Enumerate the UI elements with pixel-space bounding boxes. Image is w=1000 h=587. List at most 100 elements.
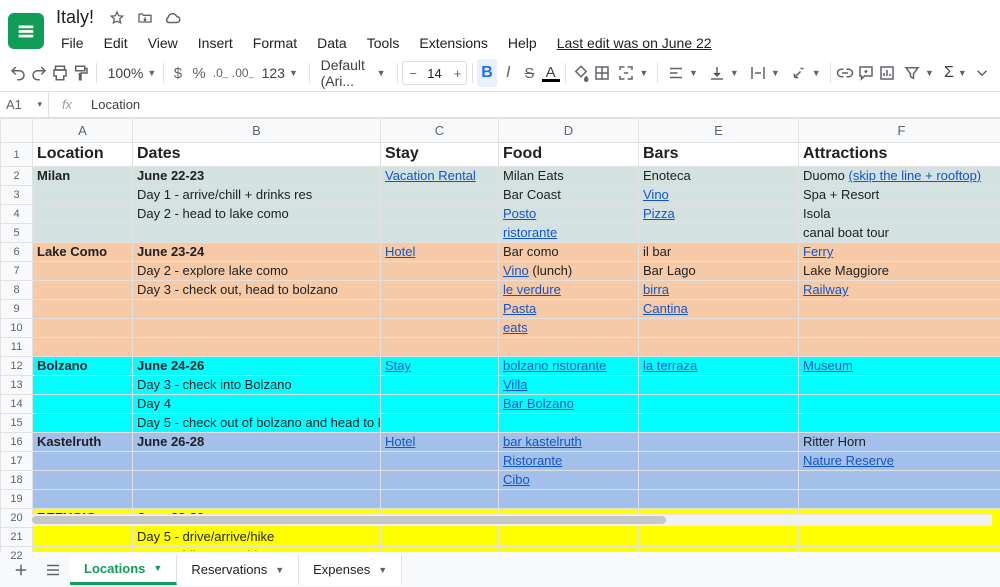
- cell[interactable]: [33, 224, 133, 243]
- cell[interactable]: la terraza: [639, 357, 799, 376]
- cell[interactable]: Day 3 - check into Bolzano: [133, 376, 381, 395]
- row-header[interactable]: 12: [1, 357, 33, 376]
- menu-tools[interactable]: Tools: [358, 31, 409, 55]
- cell[interactable]: Villa: [499, 376, 639, 395]
- cell[interactable]: eats: [499, 319, 639, 338]
- cell[interactable]: [133, 300, 381, 319]
- cell[interactable]: [381, 319, 499, 338]
- cell[interactable]: [639, 338, 799, 357]
- cell[interactable]: [799, 490, 1000, 509]
- cell[interactable]: [133, 471, 381, 490]
- horizontal-scrollbar[interactable]: [32, 514, 992, 526]
- cell[interactable]: il bar: [639, 243, 799, 262]
- cell[interactable]: Location: [33, 143, 133, 167]
- cell[interactable]: Bar Lago: [639, 262, 799, 281]
- paint-format-button[interactable]: [72, 59, 91, 87]
- row-header[interactable]: 10: [1, 319, 33, 338]
- cell[interactable]: [33, 471, 133, 490]
- cell[interactable]: [639, 414, 799, 433]
- print-button[interactable]: [50, 59, 69, 87]
- cell[interactable]: [33, 262, 133, 281]
- menu-extensions[interactable]: Extensions: [410, 31, 496, 55]
- cell[interactable]: Milan: [33, 167, 133, 186]
- cell[interactable]: [381, 338, 499, 357]
- horizontal-align-button[interactable]: ▼: [663, 59, 702, 87]
- cell[interactable]: Vacation Rental: [381, 167, 499, 186]
- cell[interactable]: [381, 300, 499, 319]
- row-header[interactable]: 11: [1, 338, 33, 357]
- cell[interactable]: bar kastelruth: [499, 433, 639, 452]
- percent-button[interactable]: %: [189, 59, 208, 87]
- row-header[interactable]: 18: [1, 471, 33, 490]
- borders-button[interactable]: [592, 59, 611, 87]
- cell[interactable]: [639, 490, 799, 509]
- cell[interactable]: June 24-26: [133, 357, 381, 376]
- cell[interactable]: [133, 338, 381, 357]
- merge-cells-button[interactable]: ▼: [613, 59, 652, 87]
- col-header-F[interactable]: F: [799, 119, 1000, 143]
- row-header[interactable]: 17: [1, 452, 33, 471]
- cell[interactable]: [639, 224, 799, 243]
- cell[interactable]: ristorante: [499, 224, 639, 243]
- cell[interactable]: [133, 224, 381, 243]
- cell[interactable]: Bar como: [499, 243, 639, 262]
- cell[interactable]: June 26-28: [133, 433, 381, 452]
- cell[interactable]: [799, 300, 1000, 319]
- cell[interactable]: Ristorante: [499, 452, 639, 471]
- font-size-control[interactable]: − 14 +: [402, 61, 466, 85]
- sheet-tab-locations[interactable]: Locations▼: [70, 555, 177, 585]
- cell[interactable]: June 23-24: [133, 243, 381, 262]
- undo-button[interactable]: [8, 59, 27, 87]
- cell[interactable]: [33, 319, 133, 338]
- col-header-A[interactable]: A: [33, 119, 133, 143]
- cell[interactable]: Vino: [639, 186, 799, 205]
- menu-insert[interactable]: Insert: [189, 31, 242, 55]
- name-box[interactable]: A1▾: [0, 92, 48, 117]
- cell[interactable]: [381, 262, 499, 281]
- row-header[interactable]: 20: [1, 509, 33, 528]
- cell[interactable]: [381, 395, 499, 414]
- cell[interactable]: Milan Eats: [499, 167, 639, 186]
- font-family-select[interactable]: Default (Ari...▼: [315, 59, 392, 87]
- cell[interactable]: [33, 528, 133, 547]
- cell[interactable]: Dates: [133, 143, 381, 167]
- chevron-down-icon[interactable]: ▼: [378, 565, 387, 575]
- cell[interactable]: [639, 433, 799, 452]
- row-header[interactable]: 13: [1, 376, 33, 395]
- cell[interactable]: [33, 395, 133, 414]
- insert-chart-button[interactable]: [878, 59, 897, 87]
- cell[interactable]: [381, 281, 499, 300]
- collapse-toolbar-button[interactable]: [973, 59, 992, 87]
- cell[interactable]: Bar Coast: [499, 186, 639, 205]
- last-edit-link[interactable]: Last edit was on June 22: [548, 31, 721, 55]
- cell[interactable]: Bar Bolzano: [499, 395, 639, 414]
- cell[interactable]: Day 3 - check out, head to bolzano: [133, 281, 381, 300]
- cell[interactable]: [639, 376, 799, 395]
- cell[interactable]: Stay: [381, 357, 499, 376]
- cell[interactable]: Day 2 - head to lake como: [133, 205, 381, 224]
- cell[interactable]: Ferry: [799, 243, 1000, 262]
- cell[interactable]: bolzano ristorante: [499, 357, 639, 376]
- menu-data[interactable]: Data: [308, 31, 356, 55]
- cell[interactable]: Nature Reserve: [799, 452, 1000, 471]
- row-header[interactable]: 8: [1, 281, 33, 300]
- cell[interactable]: [639, 452, 799, 471]
- cell[interactable]: Hotel: [381, 243, 499, 262]
- row-header[interactable]: 9: [1, 300, 33, 319]
- row-header[interactable]: 19: [1, 490, 33, 509]
- font-size-increase[interactable]: +: [448, 66, 466, 81]
- functions-button[interactable]: Σ▼: [940, 59, 971, 87]
- redo-button[interactable]: [29, 59, 48, 87]
- cell[interactable]: [799, 376, 1000, 395]
- sheet-tab-reservations[interactable]: Reservations▼: [177, 555, 299, 585]
- cell[interactable]: Stay: [381, 143, 499, 167]
- insert-link-button[interactable]: [835, 59, 854, 87]
- font-size-decrease[interactable]: −: [403, 66, 421, 81]
- cell[interactable]: Hotel: [381, 433, 499, 452]
- col-header-E[interactable]: E: [639, 119, 799, 143]
- menu-help[interactable]: Help: [499, 31, 546, 55]
- row-header[interactable]: 7: [1, 262, 33, 281]
- cell[interactable]: [381, 186, 499, 205]
- cell[interactable]: [381, 452, 499, 471]
- cell[interactable]: [799, 338, 1000, 357]
